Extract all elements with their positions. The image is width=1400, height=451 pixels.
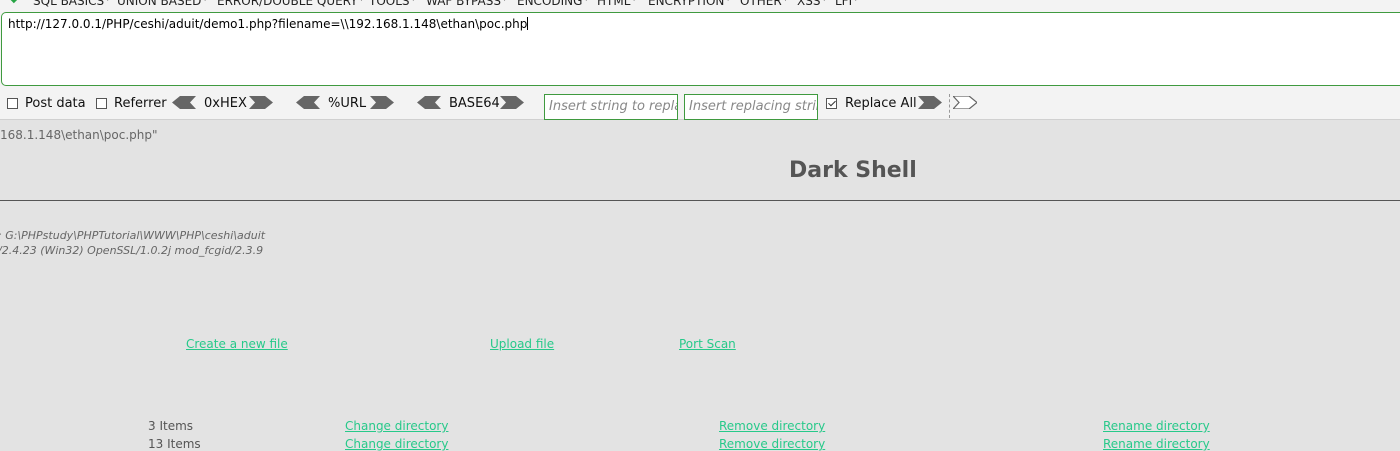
replace-left-arrow-icon[interactable]: [953, 96, 977, 109]
menu-other[interactable]: OTHER▼: [740, 0, 788, 8]
url-encode-arrow-icon[interactable]: [370, 96, 394, 109]
menu-xss[interactable]: XSS▼: [797, 0, 827, 8]
hackbar-load-icon[interactable]: ◆: [10, 0, 18, 5]
menu-lfi[interactable]: LFI▼: [835, 0, 859, 8]
url-input[interactable]: http://127.0.0.1/PHP/ceshi/aduit/demo1.p…: [1, 12, 1400, 86]
base64-encode-arrow-icon[interactable]: [500, 96, 524, 109]
item-count: 13 Items: [148, 437, 201, 451]
replace-with-input[interactable]: Insert replacing string: [684, 94, 818, 120]
hackbar-panel: http://127.0.0.1/PHP/ceshi/aduit/demo1.p…: [0, 8, 1400, 120]
menu-union-based[interactable]: UNION BASED▼: [117, 0, 208, 8]
hex-encode-arrow-icon[interactable]: [249, 96, 273, 109]
menu-error-double-query[interactable]: ERROR/DOUBLE QUERY▼: [217, 0, 364, 8]
replace-right-arrow-icon[interactable]: [918, 96, 942, 109]
base64-label: BASE64: [449, 96, 500, 111]
replace-from-input[interactable]: Insert string to replace: [544, 94, 678, 120]
url-encoding-label: %URL: [328, 96, 367, 111]
text-cursor: [527, 17, 529, 30]
url-decode-arrow-icon[interactable]: [296, 96, 320, 109]
server-info: /2.4.23 (Win32) OpenSSL/1.0.2j mod_fcgid…: [0, 244, 264, 257]
menu-sql-basics[interactable]: SQL BASICS▼: [33, 0, 111, 8]
page-title: Dark Shell: [789, 158, 917, 183]
rename-directory-link[interactable]: Rename directory: [1103, 437, 1210, 451]
toolbar-separator: [949, 94, 950, 118]
remove-directory-link[interactable]: Remove directory: [719, 419, 825, 433]
referrer-label[interactable]: Referrer: [114, 96, 167, 111]
cwd-info: : G:\PHPstudy\PHPTutorial\WWW\PHP\ceshi\…: [0, 229, 266, 242]
rename-directory-link[interactable]: Rename directory: [1103, 419, 1210, 433]
post-data-checkbox[interactable]: [7, 98, 18, 109]
hex-label: 0xHEX: [204, 96, 247, 111]
menu-tools[interactable]: TOOLS▼: [369, 0, 416, 8]
page-content: 168.1.148\ethan\poc.php" Dark Shell : G:…: [0, 120, 1400, 451]
create-file-link[interactable]: Create a new file: [186, 337, 288, 351]
menu-encryption[interactable]: ENCRYPTION▼: [648, 0, 731, 8]
change-directory-link[interactable]: Change directory: [345, 419, 448, 433]
hackbar-menu: ◆ SQL BASICS▼ UNION BASED▼ ERROR/DOUBLE …: [0, 0, 1400, 8]
upload-file-link[interactable]: Upload file: [490, 337, 554, 351]
remove-directory-link[interactable]: Remove directory: [719, 437, 825, 451]
item-count: 3 Items: [148, 419, 194, 433]
menu-waf-bypass[interactable]: WAF BYPASS▼: [426, 0, 507, 8]
hex-decode-arrow-icon[interactable]: [172, 96, 196, 109]
menu-encoding[interactable]: ENCODING▼: [517, 0, 589, 8]
replace-all-checkbox[interactable]: [826, 98, 837, 109]
port-scan-link[interactable]: Port Scan: [679, 337, 736, 351]
title-divider: [0, 200, 1400, 201]
base64-decode-arrow-icon[interactable]: [417, 96, 441, 109]
menu-html[interactable]: HTML▼: [597, 0, 637, 8]
hackbar-options: Post data Referrer 0xHEX %URL BASE64 Ins…: [0, 94, 1400, 120]
include-path-text: 168.1.148\ethan\poc.php": [0, 128, 158, 142]
referrer-checkbox[interactable]: [96, 98, 107, 109]
change-directory-link[interactable]: Change directory: [345, 437, 448, 451]
replace-all-label[interactable]: Replace All: [845, 96, 917, 111]
post-data-label[interactable]: Post data: [25, 96, 86, 111]
